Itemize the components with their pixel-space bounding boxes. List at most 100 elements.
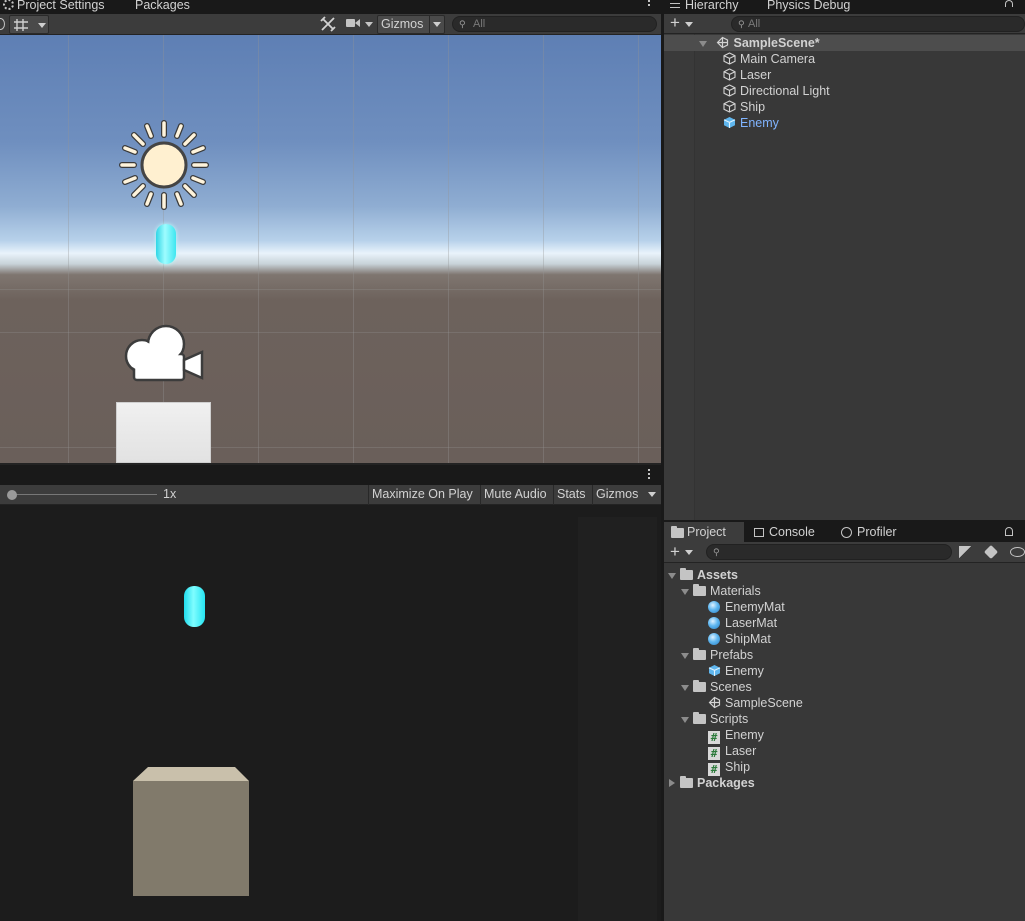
hidden-packages-icon[interactable] (1010, 547, 1025, 557)
tab-console-label: Console (769, 525, 815, 539)
tab-physics-debug[interactable]: Physics Debug (767, 0, 850, 14)
tab-project-settings-label: Project Settings (17, 0, 105, 12)
lock-icon[interactable] (1005, 527, 1013, 536)
grid-line (0, 289, 661, 290)
asset-enemymat[interactable]: EnemyMat (708, 599, 785, 615)
stopwatch-icon (841, 527, 852, 538)
asset-enemy-prefab[interactable]: Enemy (708, 663, 764, 679)
laser-object[interactable] (156, 224, 176, 264)
stats-button[interactable]: Stats (553, 485, 589, 505)
gizmos-dropdown-arrow[interactable] (429, 15, 444, 34)
expand-arrow-icon[interactable] (668, 573, 676, 579)
gameobject-icon (723, 52, 736, 65)
asset-enemy-script[interactable]: # Enemy (708, 727, 764, 744)
game-gizmos-button[interactable]: Gizmos (592, 485, 641, 505)
list-icon (670, 3, 680, 8)
asset-label: SampleScene (725, 696, 803, 710)
chevron-down-icon[interactable] (648, 492, 656, 497)
camera-gizmo-icon[interactable] (122, 322, 206, 386)
game-toolbar: 1x Maximize On Play Mute Audio Stats Giz… (0, 485, 661, 505)
folder-icon (693, 648, 706, 660)
material-icon (708, 633, 720, 645)
asset-label: EnemyMat (725, 600, 785, 614)
tab-packages[interactable]: Packages (135, 0, 190, 14)
circle-toggle-icon[interactable] (0, 18, 5, 30)
plus-icon[interactable]: + (670, 542, 680, 561)
folder-packages[interactable]: Packages (669, 775, 755, 791)
scene-viewport[interactable] (0, 35, 661, 463)
grid-snap-button[interactable] (9, 15, 49, 34)
asset-ship-script[interactable]: # Ship (708, 759, 750, 776)
scene-root-row[interactable]: SampleScene* (664, 35, 1025, 51)
scale-slider[interactable] (7, 489, 158, 501)
folder-prefabs[interactable]: Prefabs (681, 647, 753, 663)
expand-arrow-icon[interactable] (681, 685, 689, 691)
hierarchy-item-label: Laser (740, 68, 772, 82)
game-viewport[interactable] (0, 505, 661, 921)
hierarchy-item-directional-light[interactable]: Directional Light (723, 83, 830, 99)
hierarchy-tab-bar: Hierarchy Physics Debug (664, 0, 1025, 14)
asset-laser-script[interactable]: # Laser (708, 743, 756, 760)
folder-scripts[interactable]: Scripts (681, 711, 748, 727)
folder-icon (680, 776, 693, 788)
chevron-down-icon (38, 23, 46, 28)
tab-project[interactable]: Project (664, 522, 744, 542)
folder-label: Scenes (710, 680, 752, 694)
scene-search-input[interactable]: ⚲ All (452, 16, 657, 32)
chevron-down-icon[interactable] (685, 550, 693, 555)
hierarchy-item-label: Ship (740, 100, 766, 114)
filter-by-type-icon[interactable] (959, 546, 972, 558)
hierarchy-item-laser[interactable]: Laser (723, 67, 771, 83)
light-gizmo-icon[interactable] (116, 117, 212, 213)
scale-slider-thumb[interactable] (7, 490, 17, 500)
project-tab-bar: Project Console Profiler (664, 520, 1025, 542)
game-scrollbar-area[interactable] (578, 517, 657, 921)
expand-arrow-icon[interactable] (681, 717, 689, 723)
grid-line (0, 447, 661, 448)
tab-project-label: Project (687, 525, 726, 539)
hierarchy-item-ship[interactable]: Ship (723, 99, 765, 115)
gameobject-icon (723, 100, 736, 113)
hierarchy-item-label: Main Camera (740, 52, 816, 66)
hierarchy-toolbar: + ⚲ All (664, 14, 1025, 34)
folder-label: Materials (710, 584, 761, 598)
scene-menu-icon[interactable] (648, 0, 651, 8)
mute-audio-button[interactable]: Mute Audio (480, 485, 550, 505)
project-panel: Assets Materials EnemyMat LaserMat ShipM… (664, 563, 1025, 921)
camera-dropdown[interactable] (346, 17, 374, 32)
scene-tab-bar: Project Settings Packages (0, 0, 661, 14)
grid-line (543, 35, 544, 463)
filter-by-label-icon[interactable] (983, 544, 999, 560)
hierarchy-item-enemy[interactable]: Enemy (723, 115, 779, 131)
enemy-cube-scene[interactable] (116, 402, 211, 463)
scene-toolbar: Gizmos ⚲ All (0, 14, 661, 35)
hierarchy-gutter (664, 34, 695, 520)
tab-hierarchy[interactable]: Hierarchy (670, 0, 739, 14)
tools-icon[interactable] (320, 16, 336, 32)
folder-scenes[interactable]: Scenes (681, 679, 752, 695)
lock-icon[interactable] (1005, 0, 1013, 7)
asset-shipmat[interactable]: ShipMat (708, 631, 771, 647)
hierarchy-search-input[interactable]: ⚲ All (731, 16, 1025, 32)
expand-arrow-icon[interactable] (681, 589, 689, 595)
collapse-arrow-icon[interactable] (669, 779, 675, 787)
hierarchy-item-main-camera[interactable]: Main Camera (723, 51, 815, 67)
chevron-down-icon[interactable] (685, 22, 693, 27)
asset-label: LaserMat (725, 616, 778, 630)
maximize-on-play-button[interactable]: Maximize On Play (368, 485, 476, 505)
project-search-input[interactable]: ⚲ (706, 544, 952, 560)
asset-lasermat[interactable]: LaserMat (708, 615, 777, 631)
expand-arrow-icon[interactable] (699, 41, 707, 47)
folder-assets[interactable]: Assets (668, 567, 738, 583)
hierarchy-search-placeholder: All (748, 18, 761, 30)
folder-materials[interactable]: Materials (681, 583, 761, 599)
asset-samplescene[interactable]: SampleScene (708, 695, 803, 711)
folder-icon (693, 712, 706, 724)
search-icon: ⚲ (738, 19, 745, 29)
expand-arrow-icon[interactable] (681, 653, 689, 659)
plus-icon[interactable]: + (670, 14, 680, 32)
game-menu-icon[interactable] (648, 469, 651, 481)
console-icon (754, 528, 764, 537)
gizmos-button[interactable]: Gizmos (377, 15, 445, 34)
tab-project-settings[interactable]: Project Settings (3, 0, 105, 14)
